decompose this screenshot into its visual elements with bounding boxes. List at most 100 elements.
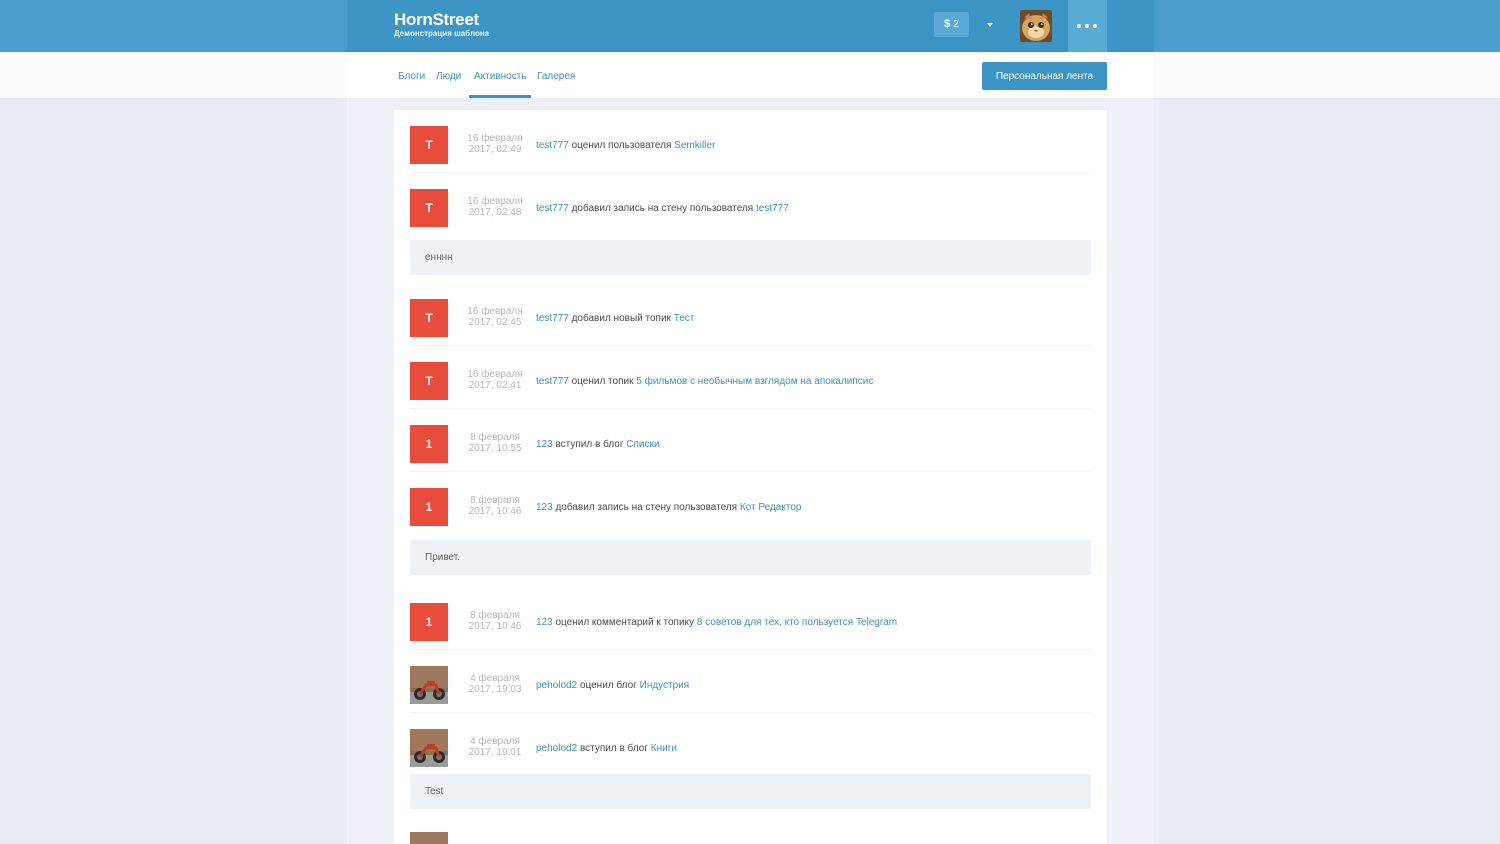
user-avatar-letter[interactable]: T	[410, 362, 448, 400]
user-link[interactable]: peholod2	[536, 743, 577, 754]
user-link[interactable]: test777	[536, 203, 569, 214]
date-line: 16 февраля	[467, 306, 523, 317]
date-line: 8 февраля	[470, 432, 520, 443]
user-link[interactable]: peholod2	[536, 680, 577, 691]
activity-text: test777 оценил топик 5 фильмов с необычн…	[536, 376, 873, 387]
activity-text: test777 добавил новый топик Тест	[536, 313, 694, 324]
quote-text: Test	[425, 786, 444, 797]
activity-feed: T 16 февраля 2017, 02:49 test777 оценил п…	[394, 110, 1107, 844]
activity-date: 4 февраля 2017, 19:01	[461, 736, 529, 758]
activity-item: 1 8 февраля 2017, 10:55 123 вступил в бло…	[410, 409, 1091, 472]
user-link[interactable]: 123	[536, 439, 553, 450]
activity-item: T 16 февраля 2017, 02:45 test777 добавил …	[410, 283, 1091, 346]
time-line: 2017, 19:01	[468, 747, 522, 758]
action-text: добавил запись на стену пользователя	[571, 203, 754, 214]
target-link[interactable]: Индустрия	[640, 680, 690, 691]
date-line: 16 февраля	[467, 196, 523, 207]
wall-post-quote: Test	[410, 774, 1091, 809]
activity-item: 1 8 февраля 2017, 10:46 123 оценил коммен…	[410, 587, 1091, 650]
action-text: оценил пользователя	[571, 140, 672, 151]
user-avatar-photo[interactable]	[410, 666, 448, 704]
dot-icon	[1085, 24, 1089, 28]
quote-text: енннн	[425, 252, 453, 263]
activity-item: T 16 февраля 2017, 02:48 test777 добавил …	[410, 173, 1091, 235]
user-link[interactable]: test777	[536, 140, 569, 151]
target-link[interactable]: Тест	[674, 313, 695, 324]
user-link[interactable]: test777	[536, 376, 569, 387]
activity-item: 4 февраля 2017, 19:03 peholod2 оценил бло…	[410, 650, 1091, 713]
sub-navigation: Блоги Люди Активность Галерея Персональн…	[0, 52, 1500, 98]
action-text: вступил в блог	[579, 743, 648, 754]
target-link[interactable]: 5 фильмов с необычным взглядом на апокал…	[636, 376, 873, 387]
date-line: 8 февраля	[470, 495, 520, 506]
activity-item: T 16 февраля 2017, 02:49 test777 оценил п…	[410, 110, 1091, 173]
date-line: 4 февраля	[470, 673, 520, 684]
motorcycle-photo-icon	[410, 666, 448, 704]
date-line: 4 февраля	[470, 736, 520, 747]
tab-gallery[interactable]: Галерея	[537, 71, 575, 82]
user-avatar-letter[interactable]: 1	[410, 603, 448, 641]
user-avatar-letter[interactable]: 1	[410, 425, 448, 463]
more-menu-button[interactable]	[1068, 0, 1107, 52]
action-text: добавил запись на стену пользователя	[555, 502, 738, 513]
activity-text: peholod2 вступил в блог Книги	[536, 743, 677, 754]
time-line: 2017, 02:48	[468, 207, 522, 218]
time-line: 2017, 10:55	[468, 443, 522, 454]
user-avatar-photo[interactable]	[410, 832, 448, 844]
time-line: 2017, 02:49	[468, 144, 522, 155]
activity-text: 123 добавил запись на стену пользователя…	[536, 502, 801, 513]
wall-post-quote: енннн	[410, 240, 1091, 275]
action-text: добавил новый топик	[571, 313, 671, 324]
top-bar-inner: HornStreet Демонстрация шаблона $2	[347, 0, 1154, 52]
cat-avatar-icon	[1020, 10, 1052, 42]
tab-people[interactable]: Люди	[436, 71, 461, 82]
quote-text: Привет.	[425, 552, 461, 563]
user-link[interactable]: test777	[536, 313, 569, 324]
activity-item: 4 февраля 2017, 19:01 peholod2 вступил в …	[410, 713, 1091, 775]
dollar-icon: $	[944, 18, 951, 30]
logo-subtitle: Демонстрация шаблона	[394, 29, 490, 38]
date-line: 16 февраля	[467, 369, 523, 380]
time-line: 2017, 10:46	[468, 621, 522, 632]
wall-post-quote: Привет.	[410, 540, 1091, 575]
user-avatar-letter[interactable]: T	[410, 299, 448, 337]
target-link[interactable]: test777	[756, 203, 789, 214]
date-line: 16 февраля	[467, 133, 523, 144]
activity-text: peholod2 оценил блог Индустрия	[536, 680, 689, 691]
user-link[interactable]: 123	[536, 617, 553, 628]
target-link[interactable]: 8 советов для тех, кто пользуется Telegr…	[697, 617, 897, 628]
top-bar: HornStreet Демонстрация шаблона $2	[0, 0, 1500, 52]
user-avatar-letter[interactable]: T	[410, 126, 448, 164]
activity-text: test777 добавил запись на стену пользова…	[536, 203, 789, 214]
user-avatar-letter[interactable]: T	[410, 189, 448, 227]
date-line: 8 февраля	[470, 610, 520, 621]
activity-item: 1 8 февраля 2017, 10:46 123 добавил запис…	[410, 472, 1091, 534]
dot-icon	[1077, 24, 1081, 28]
time-line: 2017, 02:41	[468, 380, 522, 391]
user-avatar-photo[interactable]	[410, 729, 448, 767]
wallet-button[interactable]: $2	[934, 12, 969, 37]
user-avatar[interactable]	[1020, 10, 1052, 42]
user-avatar-letter[interactable]: 1	[410, 488, 448, 526]
target-link[interactable]: Кот Редактор	[740, 502, 802, 513]
personal-feed-button[interactable]: Персональная лента	[982, 62, 1107, 90]
target-link[interactable]: Semkiller	[674, 140, 715, 151]
action-text: оценил комментарий к топику	[555, 617, 695, 628]
motorcycle-photo-icon	[410, 832, 448, 844]
action-text: оценил топик	[571, 376, 634, 387]
chevron-down-icon[interactable]	[987, 23, 993, 27]
activity-date: 8 февраля 2017, 10:55	[461, 432, 529, 454]
activity-date: 16 февраля 2017, 02:48	[461, 196, 529, 218]
target-link[interactable]: Списки	[626, 439, 659, 450]
user-link[interactable]: 123	[536, 502, 553, 513]
logo-title[interactable]: HornStreet	[394, 10, 489, 29]
tab-activity[interactable]: Активность	[474, 71, 527, 82]
target-link[interactable]: Книги	[651, 743, 677, 754]
time-line: 2017, 19:03	[468, 684, 522, 695]
dot-icon	[1093, 24, 1097, 28]
sub-navigation-inner: Блоги Люди Активность Галерея Персональн…	[347, 52, 1154, 98]
motorcycle-photo-icon	[410, 729, 448, 767]
tab-blogs[interactable]: Блоги	[398, 71, 425, 82]
site-logo[interactable]: HornStreet Демонстрация шаблона	[394, 10, 489, 39]
activity-text: 123 вступил в блог Списки	[536, 439, 659, 450]
